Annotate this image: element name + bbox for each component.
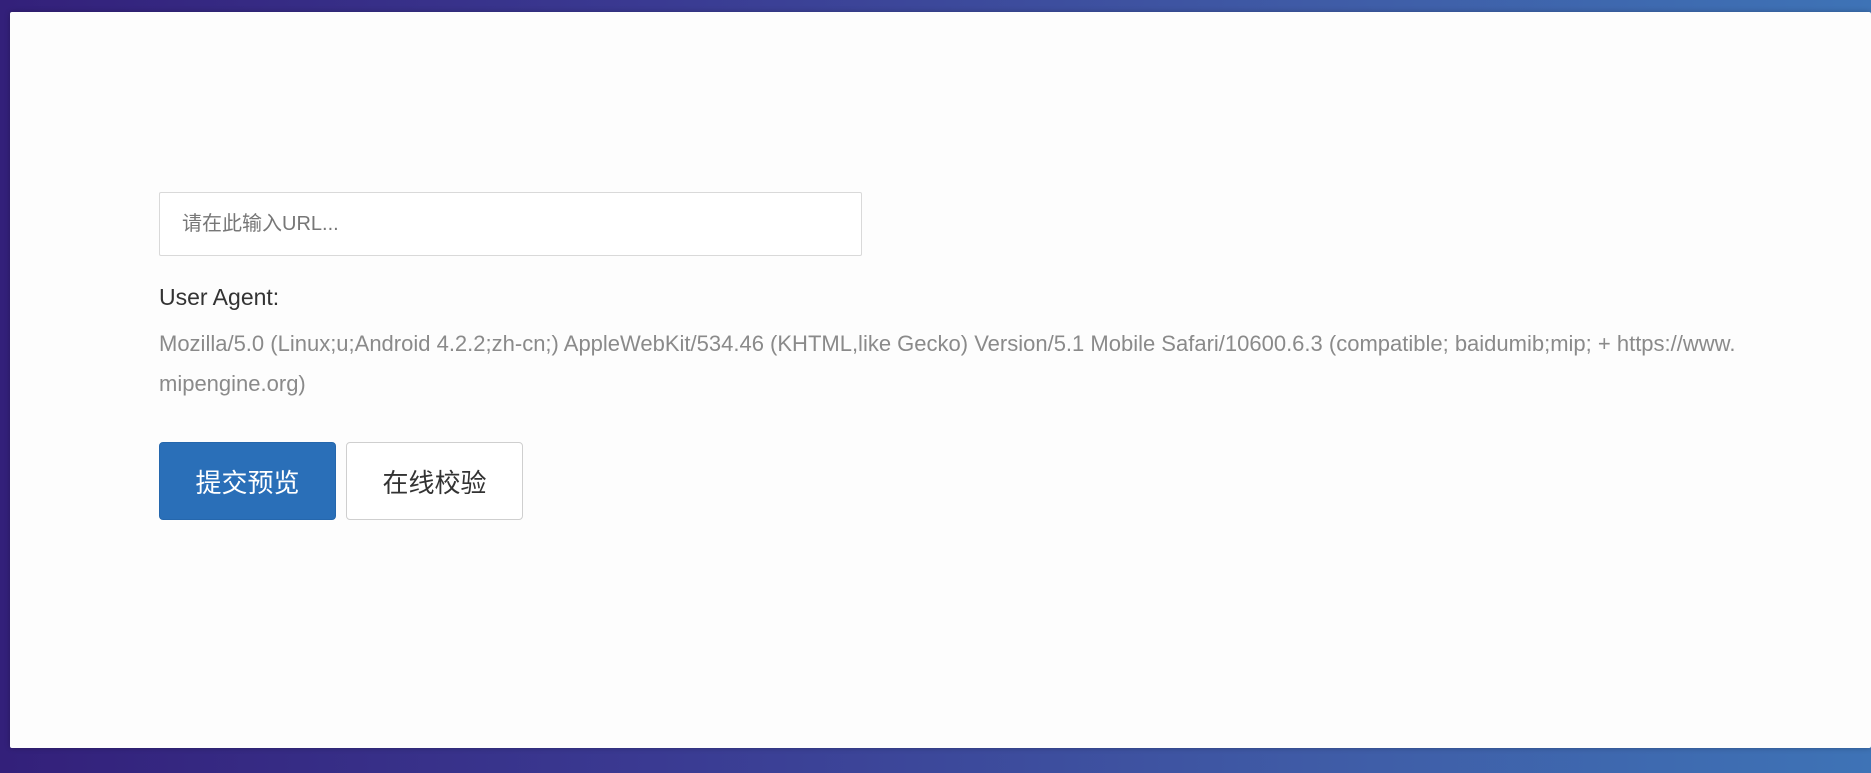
- form-actions: 提交预览 在线校验: [159, 442, 1759, 520]
- online-validate-button[interactable]: 在线校验: [346, 442, 523, 520]
- user-agent-label: User Agent:: [159, 284, 280, 310]
- url-input[interactable]: [159, 192, 862, 256]
- submit-preview-button[interactable]: 提交预览: [159, 442, 336, 520]
- user-agent-value: Mozilla/5.0 (Linux;u;Android 4.2.2;zh-cn…: [159, 331, 1736, 396]
- main-panel: User Agent: Mozilla/5.0 (Linux;u;Android…: [10, 12, 1871, 748]
- preview-form: User Agent: Mozilla/5.0 (Linux;u;Android…: [159, 192, 1759, 520]
